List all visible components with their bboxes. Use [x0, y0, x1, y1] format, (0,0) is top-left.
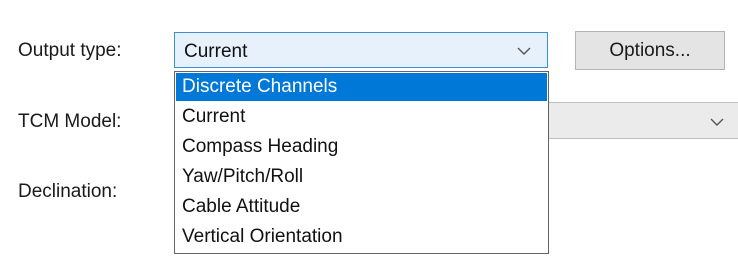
settings-form: Output type: Current Options... TCM Mode… — [0, 0, 738, 259]
output-type-label: Output type: — [18, 40, 122, 61]
output-type-options-list[interactable]: Discrete Channels Current Compass Headin… — [174, 71, 549, 254]
option-current[interactable]: Current — [176, 103, 547, 131]
chevron-down-icon — [517, 47, 531, 55]
option-cable-attitude[interactable]: Cable Attitude — [176, 193, 547, 221]
output-type-dropdown[interactable]: Current — [174, 32, 548, 68]
option-yaw-pitch-roll[interactable]: Yaw/Pitch/Roll — [176, 163, 547, 191]
chevron-down-icon — [710, 118, 724, 126]
option-discrete-channels[interactable]: Discrete Channels — [176, 73, 547, 101]
option-vertical-orientation[interactable]: Vertical Orientation — [176, 223, 547, 251]
output-type-value: Current — [184, 41, 248, 62]
option-compass-heading[interactable]: Compass Heading — [176, 133, 547, 161]
declination-label: Declination: — [18, 181, 118, 202]
options-button[interactable]: Options... — [575, 31, 725, 70]
tcm-model-label: TCM Model: — [18, 111, 122, 132]
